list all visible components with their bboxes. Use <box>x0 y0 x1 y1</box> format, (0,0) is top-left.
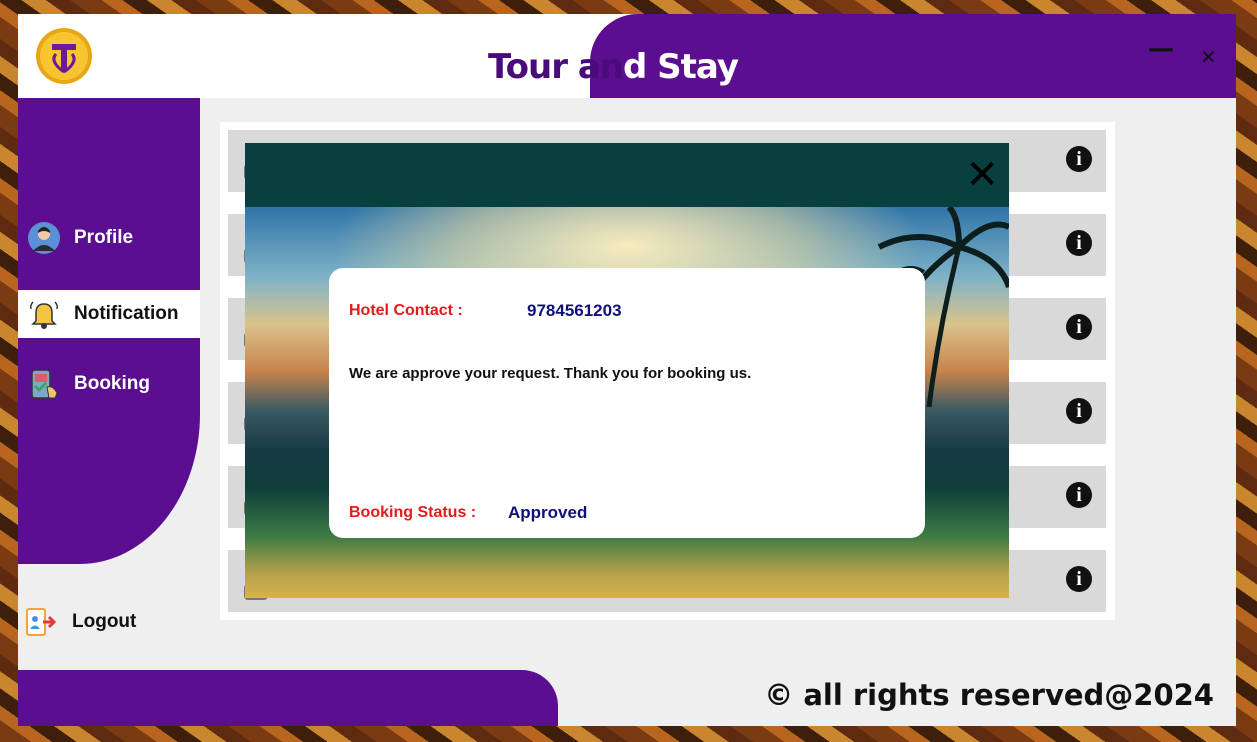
booking-detail-dialog: ✕ Hotel Contact : 9784561203 We are appr… <box>245 143 1009 598</box>
sidebar-item-booking[interactable]: Booking <box>18 360 200 408</box>
app-title: Tour an d Stay <box>488 44 739 90</box>
info-icon[interactable]: i <box>1066 398 1092 424</box>
app-title-part2: d Stay <box>623 47 739 87</box>
app-window: Tour and Stay — ✕ Profile Notification <box>18 14 1236 726</box>
info-icon[interactable]: i <box>1066 146 1092 172</box>
sidebar-item-profile[interactable]: Profile <box>18 214 200 262</box>
footer-accent <box>18 670 558 726</box>
booking-phone-icon <box>26 366 62 402</box>
notification-message: We are approve your request. Thank you f… <box>349 365 752 382</box>
bell-icon <box>26 296 62 332</box>
sidebar-item-label: Booking <box>74 373 150 394</box>
booking-status-label: Booking Status : <box>349 504 477 521</box>
header: Tour an d Stay — ✕ <box>18 14 1236 98</box>
info-icon[interactable]: i <box>1066 566 1092 592</box>
user-avatar-icon <box>26 220 62 256</box>
close-icon[interactable]: ✕ <box>965 151 999 199</box>
info-icon[interactable]: i <box>1066 230 1092 256</box>
logout-icon <box>22 604 58 640</box>
minimize-button[interactable]: — <box>1148 36 1174 62</box>
sidebar-item-notification[interactable]: Notification <box>18 290 200 338</box>
hotel-contact-value: 9784561203 <box>527 301 622 320</box>
sidebar-item-label: Notification <box>74 303 179 324</box>
sidebar-item-label: Profile <box>74 227 134 248</box>
logout-button[interactable]: Logout <box>22 604 136 640</box>
info-icon[interactable]: i <box>1066 314 1092 340</box>
window-close-button[interactable]: ✕ <box>1200 44 1217 70</box>
logout-label: Logout <box>72 611 137 632</box>
footer-copyright: © all rights reserved@2024 <box>764 678 1214 712</box>
app-logo <box>36 28 92 84</box>
app-title-part1: Tour an <box>488 47 624 87</box>
dialog-header: ✕ <box>245 143 1009 207</box>
booking-status-value: Approved <box>508 503 588 522</box>
hotel-contact-label: Hotel Contact : <box>349 302 463 319</box>
booking-info-card: Hotel Contact : 9784561203 We are approv… <box>329 268 925 538</box>
info-icon[interactable]: i <box>1066 482 1092 508</box>
